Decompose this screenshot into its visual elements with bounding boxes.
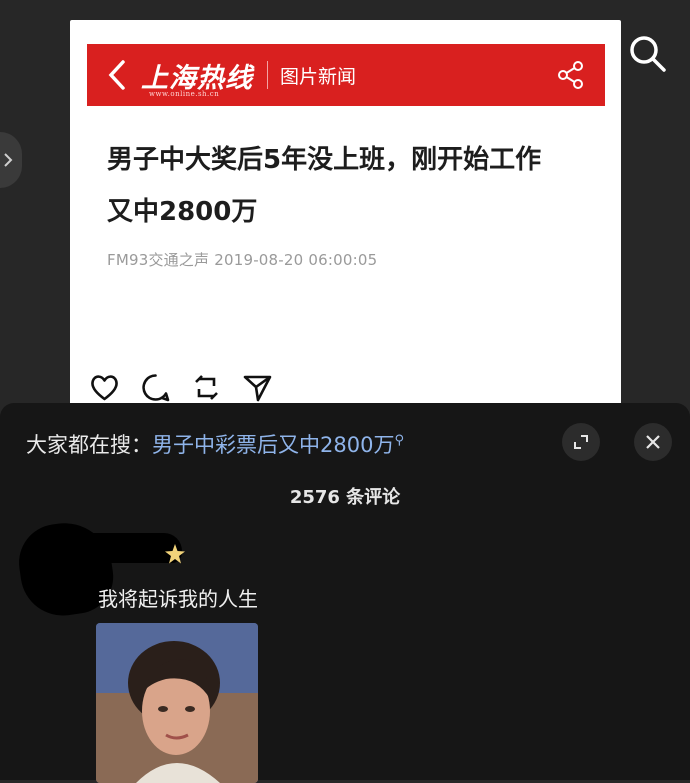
repost-icon[interactable] xyxy=(190,371,223,404)
expand-button[interactable] xyxy=(562,423,600,461)
portrait-image xyxy=(96,623,258,783)
header-divider xyxy=(267,61,268,89)
section-label: 图片新闻 xyxy=(280,65,357,88)
search-small-icon: ⚲ xyxy=(394,433,404,448)
search-hint-prefix: 大家都在搜： xyxy=(26,433,152,457)
article-title[interactable]: 男子中大奖后5年没上班，刚开始工作 又中2800万 xyxy=(107,134,587,238)
share-icon xyxy=(558,61,583,89)
share-button[interactable] xyxy=(555,59,587,91)
expand-icon xyxy=(574,435,588,449)
chevron-left-icon xyxy=(108,60,125,90)
back-button[interactable] xyxy=(97,44,137,106)
comment-text: 我将起诉我的人生 xyxy=(98,587,258,611)
chevron-right-icon xyxy=(4,153,13,167)
comment-count: 2576 条评论 xyxy=(289,487,401,508)
search-icon xyxy=(630,36,666,72)
comment-image[interactable] xyxy=(96,623,258,783)
comments-sheet: 大家都在搜：男子中彩票后又中2800万⚲ 2576 条评论 我将起诉我的人生 xyxy=(0,403,690,783)
article-header-bar: 上海热线 www.online.sh.cn 图片新闻 xyxy=(87,44,605,106)
star-badge-icon xyxy=(165,544,185,564)
trending-search-link[interactable]: 大家都在搜：男子中彩票后又中2800万⚲ xyxy=(26,429,404,459)
close-icon xyxy=(646,435,660,449)
search-button[interactable] xyxy=(628,34,668,74)
comment-icon[interactable] xyxy=(139,371,172,404)
side-expand-tab[interactable] xyxy=(0,132,22,188)
search-hint-query[interactable]: 男子中彩票后又中2800万 xyxy=(152,433,394,457)
post-actions xyxy=(88,371,274,404)
article-card: 上海热线 www.online.sh.cn 图片新闻 男子中大奖后5年没上班，刚… xyxy=(70,20,621,420)
article-title-line: 男子中大奖后5年没上班，刚开始工作 xyxy=(107,145,542,175)
heart-icon[interactable] xyxy=(88,371,121,404)
article-meta: FM93交通之声 2019-08-20 06:00:05 xyxy=(107,251,378,269)
site-logo: 上海热线 www.online.sh.cn xyxy=(141,62,253,98)
close-button[interactable] xyxy=(634,423,672,461)
article-title-line: 又中2800万 xyxy=(107,197,258,227)
send-icon[interactable] xyxy=(241,371,274,404)
